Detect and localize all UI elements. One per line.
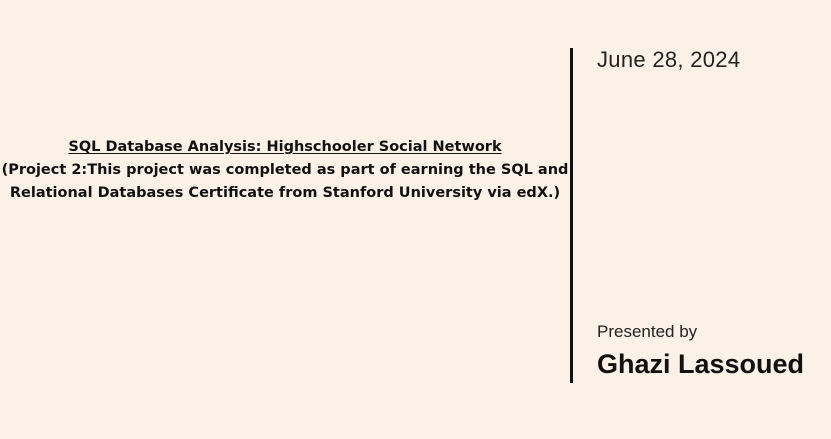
- project-title: SQL Database Analysis: Highschooler Soci…: [68, 139, 502, 155]
- presented-by-label: Presented by: [597, 322, 698, 341]
- vertical-divider: [570, 48, 573, 383]
- project-subtitle-line-2: Relational Databases Certificate from St…: [9, 185, 561, 201]
- project-title-block: SQL Database Analysis: Highschooler Soci…: [0, 136, 570, 205]
- project-subtitle-line-1: (Project 2:This project was completed as…: [1, 162, 569, 178]
- presenter-name: Ghazi Lassoued: [597, 349, 805, 379]
- presentation-date: June 28, 2024: [597, 47, 741, 72]
